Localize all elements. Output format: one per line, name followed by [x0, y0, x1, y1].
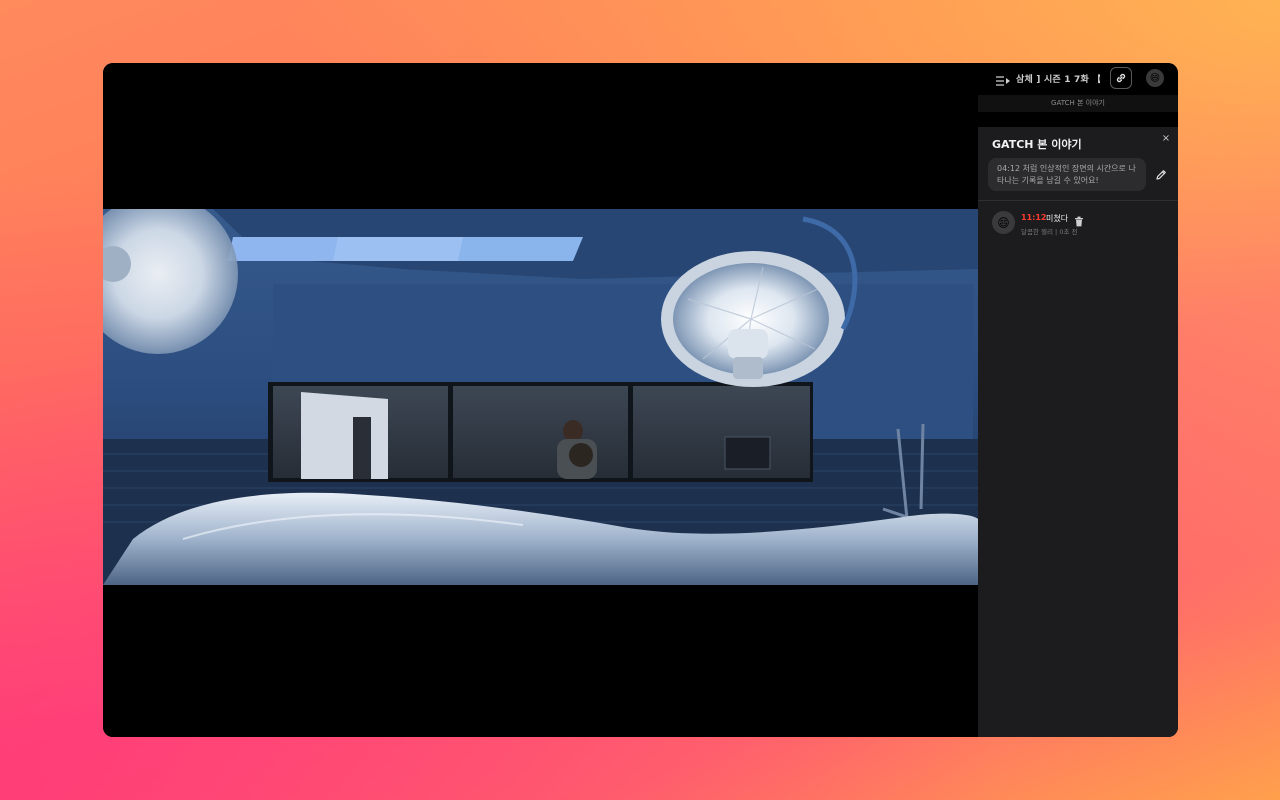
tab-gatch-story[interactable]: GATCH 본 이야기: [978, 95, 1178, 112]
close-icon[interactable]: ×: [1160, 133, 1172, 145]
comment-timestamp[interactable]: 11:12: [1021, 213, 1046, 222]
comment-ago: 0초 전: [1059, 228, 1078, 236]
comment-input[interactable]: 04:12 처럼 인상적인 장면의 시간으로 나타나는 기록을 남길 수 있어요…: [988, 158, 1146, 191]
comment-author: 달콤한 젤리: [1021, 228, 1053, 236]
trash-icon[interactable]: [1074, 212, 1084, 227]
comment-avatar: 😄: [992, 211, 1015, 234]
divider: [978, 200, 1178, 201]
comment-meta: 달콤한 젤리 | 0초 전: [1021, 226, 1078, 236]
video-player[interactable]: [103, 63, 978, 737]
user-avatar[interactable]: 😄: [1146, 69, 1164, 87]
link-icon: [1116, 73, 1126, 83]
video-frame[interactable]: [103, 209, 978, 585]
top-bar: 삼체 ] 시즌 1 7화 【《 😄: [978, 63, 1178, 93]
sidebar: 삼체 ] 시즌 1 7화 【《 😄 GATCH 본 이야기 GATCH 본 이야…: [978, 63, 1178, 737]
app-window: 삼체 ] 시즌 1 7화 【《 😄 GATCH 본 이야기 GATCH 본 이야…: [103, 63, 1178, 737]
episode-list-icon[interactable]: [996, 72, 1010, 86]
comment-panel: GATCH 본 이야기 × 04:12 처럼 인상적인 장면의 시간으로 나타나…: [978, 127, 1178, 737]
comment-text: 미쳤다: [1046, 214, 1069, 223]
episode-title: 삼체 ] 시즌 1 7화 【《: [1016, 74, 1100, 85]
panel-title: GATCH 본 이야기: [992, 138, 1082, 151]
comment-item: 😄 11:12 미쳤다 달콤한 젤리 | 0초 전: [992, 211, 1172, 241]
scene-image: [103, 209, 978, 585]
link-button[interactable]: [1110, 67, 1132, 89]
meta-separator: |: [1055, 228, 1058, 236]
edit-icon[interactable]: [1154, 167, 1168, 181]
